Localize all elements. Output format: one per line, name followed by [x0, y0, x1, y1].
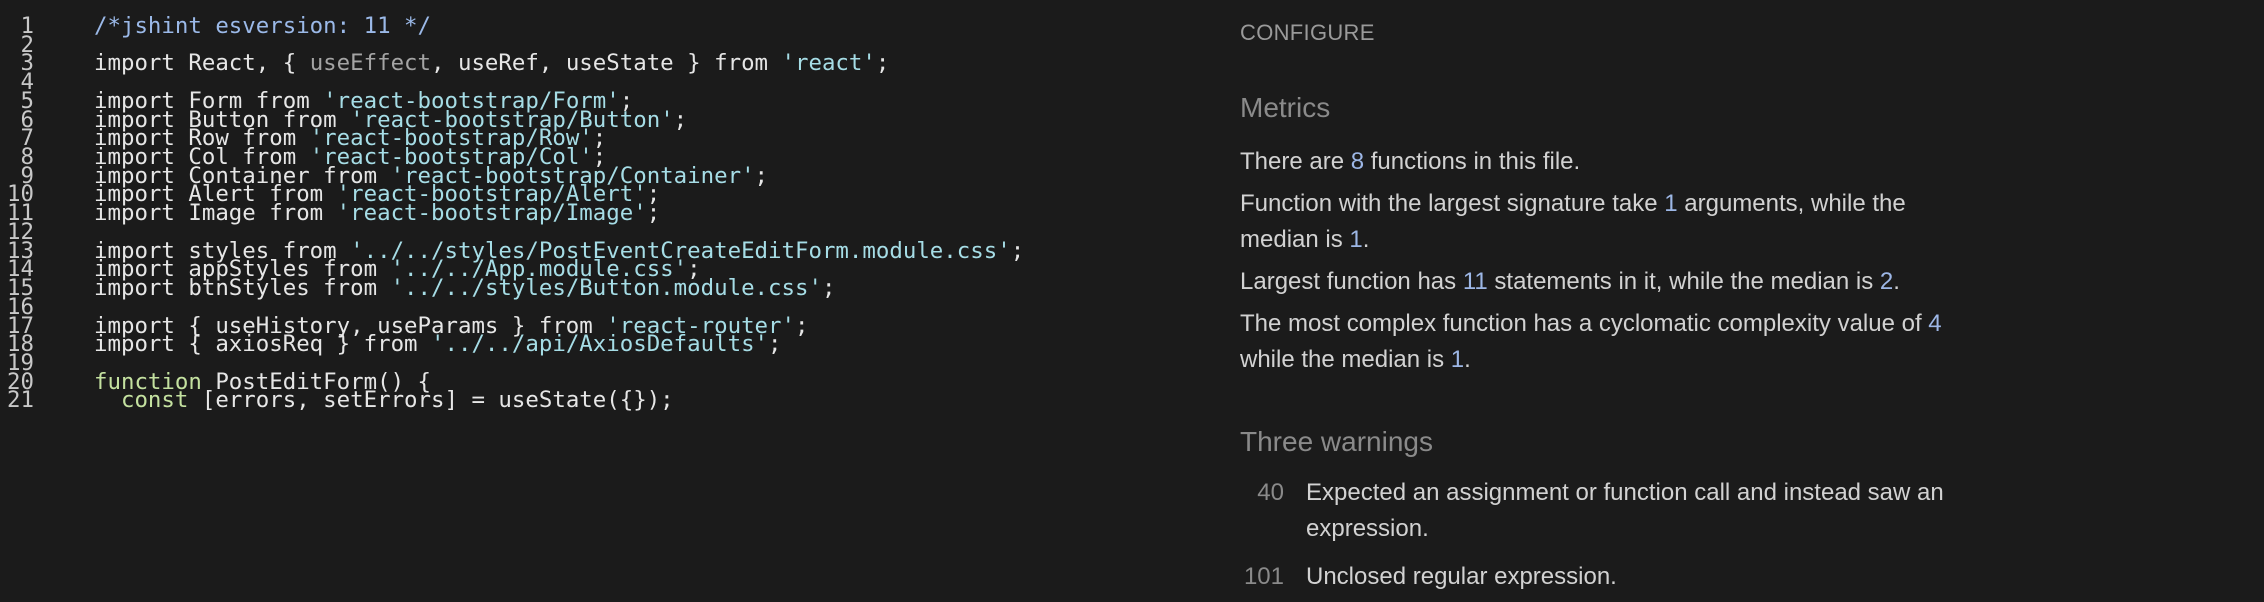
- metrics-text: The most complex function has a cyclomat…: [1240, 310, 1929, 337]
- metrics-number: 1: [1450, 346, 1465, 373]
- metrics-number: 8: [1350, 148, 1365, 175]
- metrics-number: 1: [1349, 226, 1363, 253]
- code-line[interactable]: 21 const [errors, setErrors] = useState(…: [0, 387, 1200, 414]
- metrics-heading: Metrics: [1240, 92, 1331, 123]
- code-token: const: [120, 387, 189, 414]
- jshint-page: 1/*jshint esversion: 11 */2 3 import React…: [0, 0, 2264, 602]
- metrics-statements: Largest function has 11 statements in it…: [1240, 264, 1970, 300]
- metrics-text: .: [1362, 226, 1370, 253]
- metrics-number: 4: [1928, 310, 1942, 337]
- warnings-heading: Three warnings: [1240, 426, 1433, 457]
- metrics-text: Largest function has: [1240, 268, 1463, 295]
- code-token: [errors, setErrors] = useState({});: [188, 387, 674, 414]
- warning-message: Expected an assignment or function call …: [1306, 479, 1944, 542]
- metrics-text: functions in this file.: [1364, 148, 1581, 175]
- code-editor[interactable]: 1/*jshint esversion: 11 */2 3 import React…: [0, 0, 1200, 602]
- metrics-text: Function with the largest signature take: [1240, 190, 1665, 217]
- metrics-number: 1: [1664, 190, 1678, 217]
- line-number: 21: [7, 387, 34, 414]
- metrics-text: .: [1893, 268, 1900, 295]
- metrics-function-count: There are 8 functions in this file.: [1240, 144, 1970, 180]
- metrics-signature: Function with the largest signature take…: [1240, 186, 1970, 258]
- metrics-text: statements in it, while the median is: [1487, 268, 1880, 295]
- metrics-text: .: [1464, 346, 1471, 373]
- code-text[interactable]: const [errors, setErrors] = useState({})…: [94, 387, 674, 414]
- metrics-text: while the median is: [1240, 346, 1451, 373]
- warning-line-number[interactable]: 101: [1240, 559, 1284, 595]
- configure-link[interactable]: CONFIGURE: [1240, 20, 1375, 46]
- metrics-number: 2: [1879, 268, 1894, 295]
- metrics-number: 11: [1462, 268, 1488, 295]
- warning-line-number[interactable]: 40: [1240, 475, 1284, 511]
- metrics-text: There are: [1240, 148, 1351, 175]
- metrics-complexity: The most complex function has a cyclomat…: [1240, 306, 1970, 378]
- warning-message: Unclosed regular expression.: [1306, 563, 1617, 590]
- results-panel: CONFIGURE Metrics There are 8 functions …: [1240, 0, 2240, 602]
